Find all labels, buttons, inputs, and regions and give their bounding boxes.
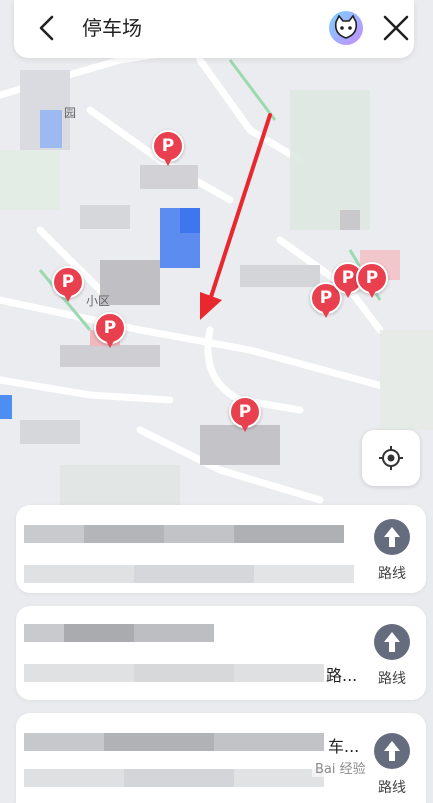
blurred-title (24, 733, 324, 751)
route-arrow-icon (384, 527, 400, 547)
route-button[interactable]: 路线 (372, 624, 412, 688)
back-icon[interactable] (36, 14, 58, 42)
route-arrow-icon (384, 741, 400, 761)
result-card[interactable]: 路线 (16, 505, 426, 593)
route-button[interactable]: 路线 (372, 733, 412, 797)
blurred-subtitle (24, 565, 354, 583)
result-card[interactable]: 路... 路线 (16, 606, 426, 700)
assistant-icon[interactable] (328, 10, 364, 46)
locate-button[interactable] (362, 430, 420, 486)
route-button[interactable]: 路线 (372, 519, 412, 583)
route-label: 路线 (378, 671, 406, 687)
route-label: 路线 (378, 566, 406, 582)
blurred-subtitle (24, 664, 324, 682)
search-bar: 停车场 (14, 0, 414, 58)
truncated-address: 路... (326, 666, 358, 685)
truncated-title: 车... (328, 737, 360, 756)
locate-icon (379, 446, 403, 470)
map-view[interactable]: 园 小区 P P P P P P P (0, 0, 433, 520)
search-query[interactable]: 停车场 (82, 14, 142, 42)
watermark: Bai 经验 (312, 758, 369, 777)
blurred-title (24, 525, 344, 543)
blurred-subtitle (24, 769, 324, 787)
close-icon[interactable] (380, 12, 412, 44)
blurred-title (24, 624, 214, 642)
route-arrow-icon (384, 632, 400, 652)
route-label: 路线 (378, 780, 406, 796)
